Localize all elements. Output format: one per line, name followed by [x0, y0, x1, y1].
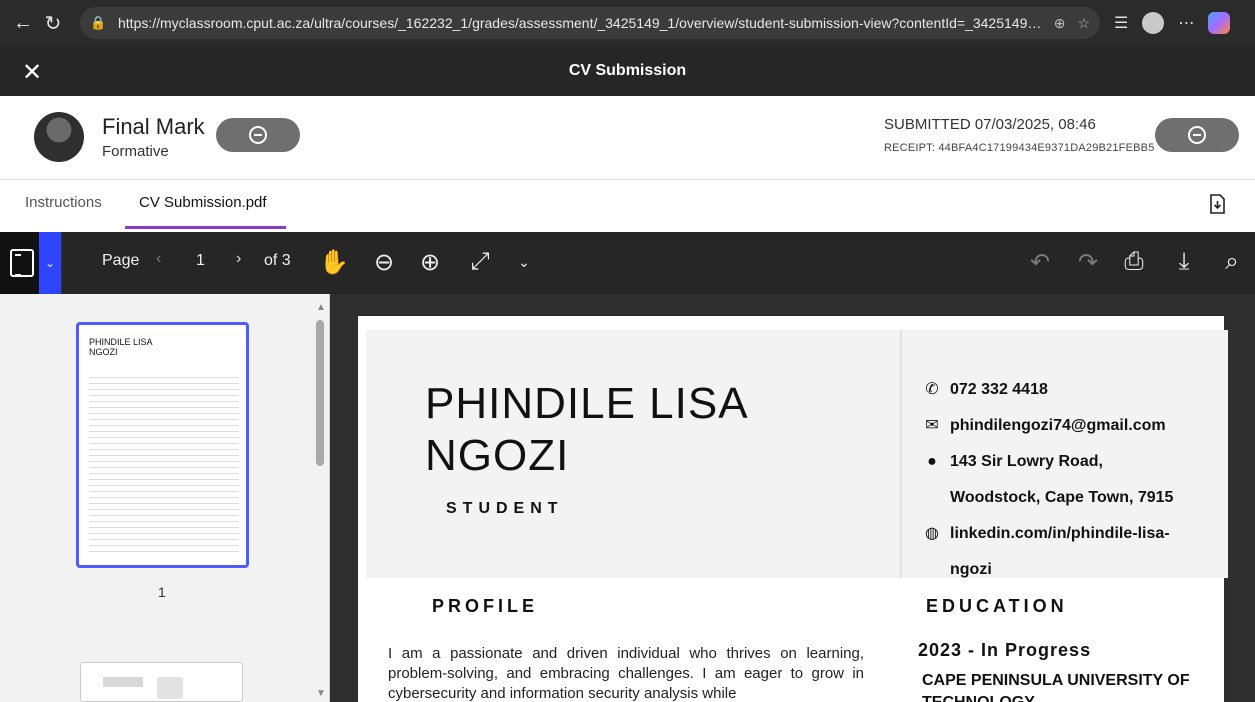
globe-icon: ◍ — [925, 525, 939, 542]
page-thumbnail-1[interactable]: PHINDILE LISA NGOZI — [76, 322, 249, 568]
avatar — [34, 112, 84, 162]
scroll-down-icon[interactable]: ▼ — [316, 688, 326, 699]
zoom-out-icon[interactable]: ⊖ — [370, 248, 398, 276]
final-mark-label: Final Mark — [102, 114, 205, 139]
final-mark-toggle-button[interactable] — [216, 118, 300, 152]
location-icon: ● — [927, 453, 937, 470]
address-line2: Woodstock, Cape Town, 7915 — [950, 489, 1174, 506]
page-title: CV Submission — [568, 62, 687, 79]
tab-bar: Instructions CV Submission.pdf — [0, 180, 1255, 232]
sidebar-icon — [10, 249, 34, 277]
contact-list: ✆ 072 332 4418 ✉ phindilengozi74@gmail.c… — [922, 372, 1222, 588]
mail-icon: ✉ — [925, 417, 939, 434]
chevron-down-icon[interactable]: ⌄ — [39, 232, 61, 294]
final-mark-type: Formative — [102, 143, 169, 160]
copilot-icon[interactable] — [1208, 12, 1231, 34]
email-text: phindilengozi74@gmail.com — [950, 417, 1166, 434]
address-bar[interactable]: 🔒 https://myclassroom.cput.ac.za/ultra/c… — [80, 7, 1100, 39]
page-thumbnail-2[interactable] — [80, 662, 243, 702]
page-label: Page — [102, 252, 140, 269]
more-icon[interactable]: ⋯ — [1178, 13, 1194, 33]
download-icon[interactable]: ⤓ — [1170, 248, 1198, 276]
thumbnail-image — [157, 677, 183, 699]
pdf-toolbar: ⌄ Page ‹ 1 › of 3 ✋ ⊖ ⊕ ⤢ ⌄ ↶ ↷ ⎙ ⤓ ⌕ — [0, 232, 1255, 294]
pdf-viewer: PHINDILE LISA NGOZI 1 ▲ ▼ PHINDILE LISA … — [0, 294, 1255, 702]
favorite-star-icon[interactable]: ☆ — [1077, 15, 1090, 32]
minus-circle-icon — [249, 126, 267, 144]
back-arrow-icon[interactable]: ← — [8, 8, 38, 38]
thumbnail-panel: PHINDILE LISA NGOZI 1 ▲ ▼ — [0, 294, 330, 702]
hand-tool-icon[interactable]: ✋ — [319, 248, 349, 276]
submitted-date: SUBMITTED 07/03/2025, 08:46 — [884, 116, 1096, 133]
page-area: PHINDILE LISA NGOZI STUDENT ✆ 072 332 44… — [330, 294, 1255, 702]
print-icon[interactable]: ⎙ — [1120, 248, 1148, 276]
page-number-input[interactable]: 1 — [196, 252, 205, 270]
tab-cv-submission[interactable]: CV Submission.pdf — [139, 194, 267, 211]
zoom-in-icon[interactable]: ⊕ — [416, 248, 444, 276]
tab-instructions[interactable]: Instructions — [25, 194, 102, 211]
scroll-up-icon[interactable]: ▲ — [316, 302, 326, 313]
active-tab-indicator — [125, 226, 286, 229]
refresh-icon[interactable]: ↻ — [38, 8, 68, 38]
redo-icon[interactable]: ↷ — [1074, 248, 1102, 276]
browser-toolbar: ← ↻ 🔒 https://myclassroom.cput.ac.za/ult… — [0, 0, 1255, 46]
education-school: CAPE PENINSULA UNIVERSITY OF TECHNOLOGY — [922, 672, 1190, 702]
thumbnail-content — [89, 377, 239, 557]
phone-text: 072 332 4418 — [950, 381, 1048, 398]
previous-page-icon[interactable]: ‹ — [156, 250, 161, 268]
undo-icon[interactable]: ↶ — [1026, 248, 1054, 276]
profile-icon[interactable] — [1142, 12, 1165, 34]
receipt-id: RECEIPT: 44BFA4C17199434E9371DA29B21FEBB… — [884, 142, 1155, 154]
marks-panel: Final Mark Formative SUBMITTED 07/03/202… — [0, 96, 1255, 180]
phone-icon: ✆ — [925, 381, 939, 398]
page-count: of 3 — [264, 252, 291, 269]
thumbnail-toggle-button[interactable]: ⌄ — [0, 232, 62, 294]
submission-toggle-button[interactable] — [1155, 118, 1239, 152]
next-page-icon[interactable]: › — [236, 250, 241, 268]
favorites-icon[interactable]: ☰ — [1114, 13, 1128, 33]
education-heading: EDUCATION — [926, 596, 1068, 616]
profile-text: I am a passionate and driven individual … — [388, 645, 864, 702]
thumbnail-title: PHINDILE LISA NGOZI — [89, 337, 153, 357]
cv-header: PHINDILE LISA NGOZI STUDENT ✆ 072 332 44… — [366, 330, 1228, 578]
header-divider — [900, 330, 902, 578]
thumbnail-content — [103, 677, 143, 687]
url-text: https://myclassroom.cput.ac.za/ultra/cou… — [118, 15, 1046, 31]
thumbnail-scrollbar[interactable] — [316, 320, 324, 466]
search-icon[interactable]: ⌕ — [1218, 248, 1246, 276]
thumbnail-page-number: 1 — [158, 584, 166, 600]
cv-name: PHINDILE LISA NGOZI — [425, 379, 749, 480]
fit-page-icon[interactable]: ⤢ — [466, 248, 494, 276]
file-download-icon[interactable] — [1208, 194, 1226, 214]
linkedin-line1: linkedin.com/in/phindile-lisa- — [950, 525, 1170, 542]
address-line1: 143 Sir Lowry Road, — [950, 453, 1103, 470]
linkedin-line2: ngozi — [950, 561, 992, 578]
zoom-icon[interactable]: ⊕ — [1054, 15, 1066, 32]
cv-role: STUDENT — [446, 500, 564, 517]
lock-icon: 🔒 — [90, 15, 107, 30]
close-icon[interactable]: ✕ — [22, 58, 42, 87]
education-period: 2023 - In Progress — [918, 640, 1092, 660]
app-header: ✕ CV Submission — [0, 46, 1255, 96]
profile-heading: PROFILE — [432, 596, 539, 616]
fit-options-chevron-icon[interactable]: ⌄ — [510, 248, 538, 276]
minus-circle-icon — [1188, 126, 1206, 144]
